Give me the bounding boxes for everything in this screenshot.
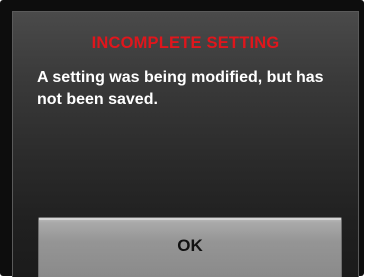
dialog-screen: INCOMPLETE SETTING A setting was being m…	[12, 11, 359, 277]
dialog-message: A setting was being modified, but has no…	[37, 69, 324, 108]
ok-button[interactable]: OK	[38, 217, 342, 277]
dialog-title: INCOMPLETE SETTING	[91, 34, 280, 52]
ok-button-label: OK	[177, 236, 203, 255]
device-bezel: INCOMPLETE SETTING A setting was being m…	[0, 0, 364, 277]
ok-button-highlight	[39, 218, 341, 220]
